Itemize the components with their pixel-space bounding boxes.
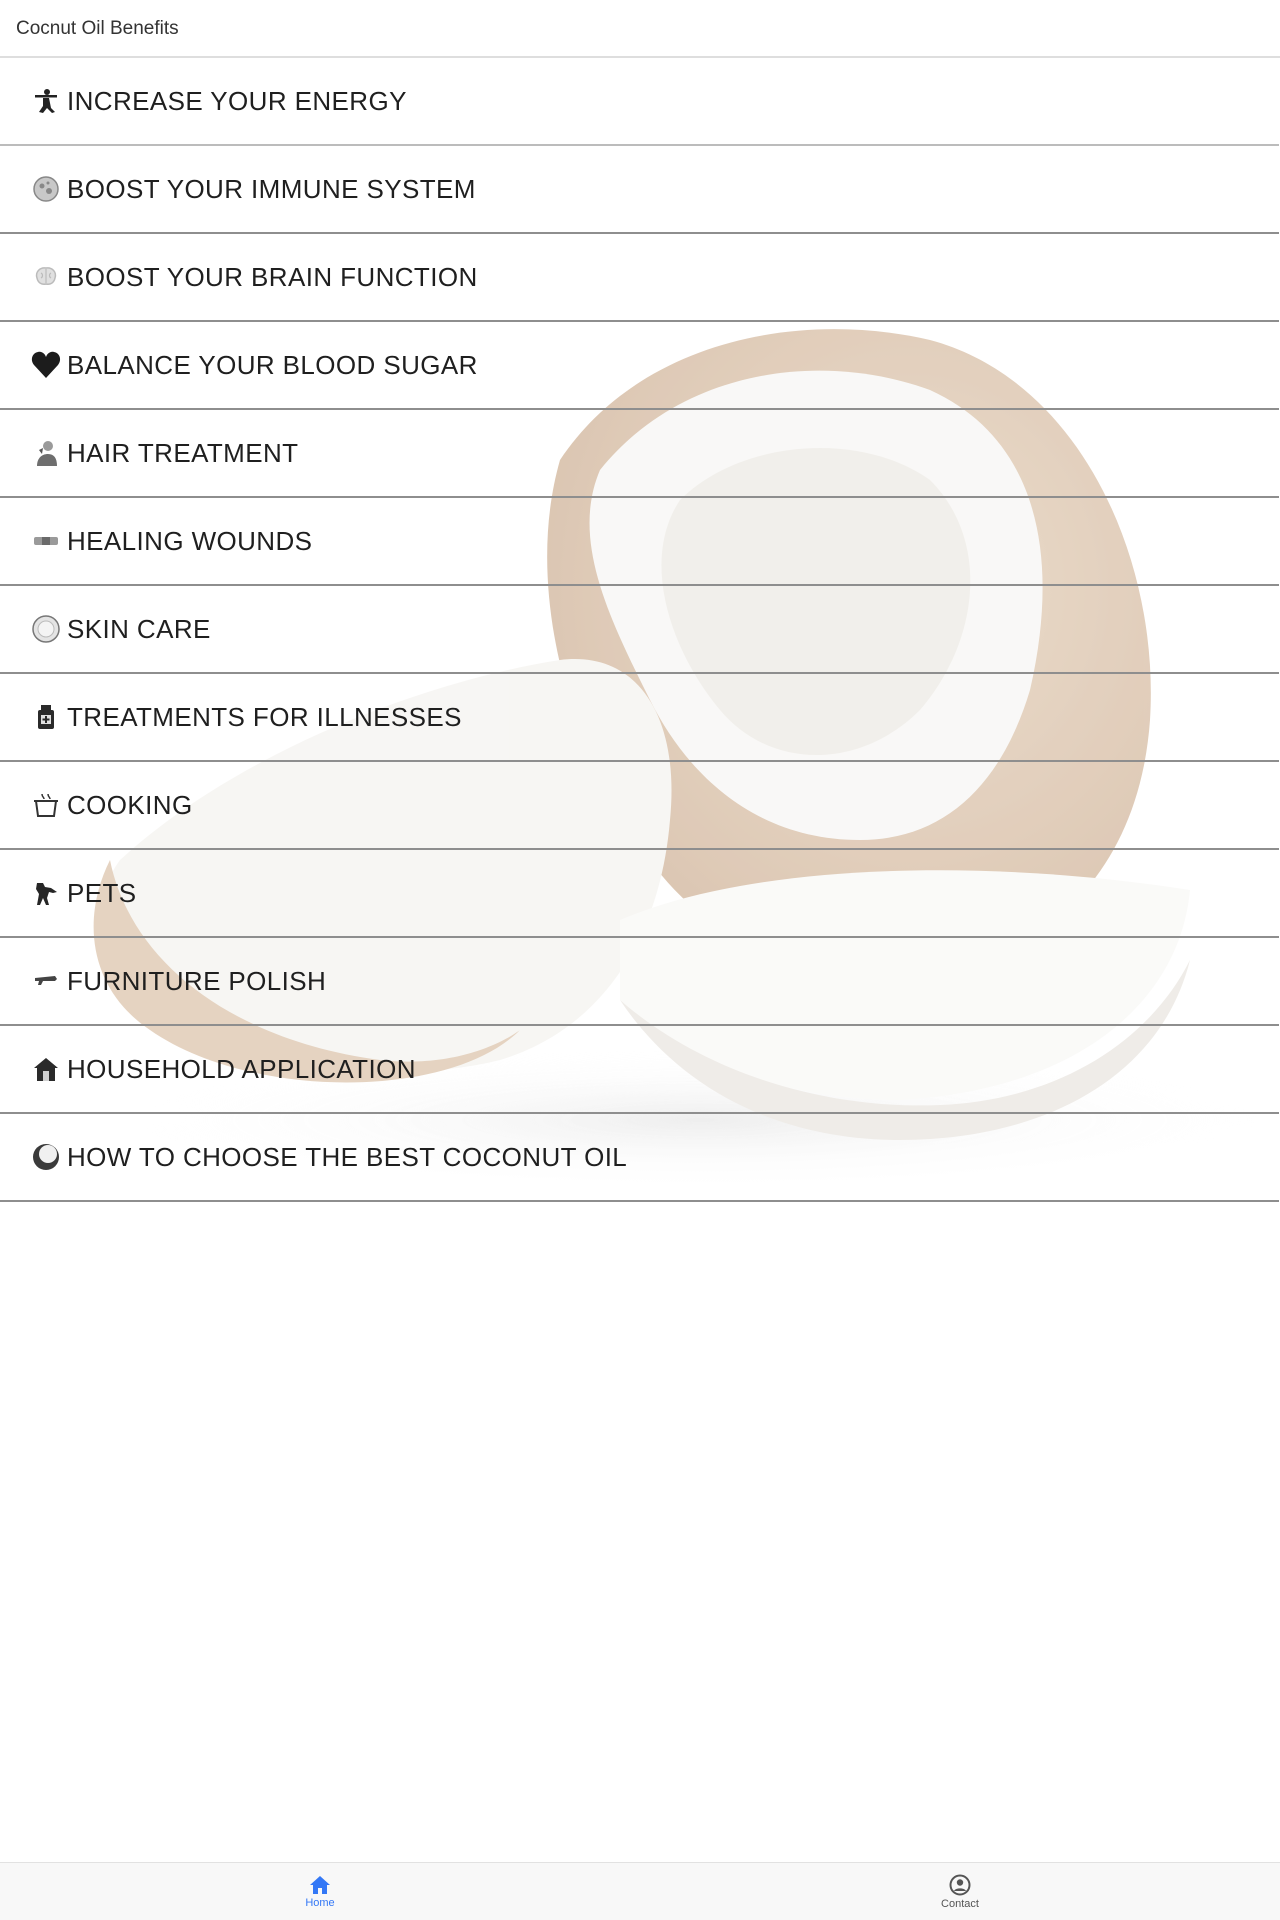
- list-item-label: INCREASE YOUR ENERGY: [67, 85, 407, 116]
- microbe-icon: [29, 172, 63, 206]
- title-bar: Cocnut Oil Benefits: [0, 0, 1280, 58]
- cooking-pot-icon: [29, 788, 63, 822]
- list-item-increase-energy[interactable]: INCREASE YOUR ENERGY: [0, 58, 1279, 146]
- home-icon: [310, 1876, 330, 1894]
- house-icon: [29, 1052, 63, 1086]
- cream-jar-icon: [29, 612, 63, 646]
- spray-icon: [29, 964, 63, 998]
- list-item-brain-function[interactable]: BOOST YOUR BRAIN FUNCTION: [0, 234, 1279, 322]
- dog-icon: [29, 876, 63, 910]
- tab-home[interactable]: Home: [0, 1863, 640, 1920]
- list-item-label: HOUSEHOLD APPLICATION: [67, 1053, 416, 1084]
- coconut-icon: [29, 1140, 63, 1174]
- app-screen: Cocnut Oil Benefits INCREASE YOUR ENERGY…: [0, 0, 1280, 1920]
- list-item-immune-system[interactable]: BOOST YOUR IMMUNE SYSTEM: [0, 146, 1279, 234]
- list-item-blood-sugar[interactable]: BALANCE YOUR BLOOD SUGAR: [0, 322, 1279, 410]
- list-item-cooking[interactable]: COOKING: [0, 762, 1279, 850]
- list-item-label: BOOST YOUR IMMUNE SYSTEM: [67, 173, 476, 204]
- tab-home-label: Home: [305, 1897, 335, 1909]
- list-item-household[interactable]: HOUSEHOLD APPLICATION: [0, 1026, 1279, 1114]
- bottom-tab-bar: Home Contact: [0, 1862, 1280, 1920]
- person-hair-icon: [29, 436, 63, 470]
- list-item-choose-oil[interactable]: HOW TO CHOOSE THE BEST COCONUT OIL: [0, 1114, 1279, 1202]
- list-item-healing-wounds[interactable]: HEALING WOUNDS: [0, 498, 1279, 586]
- list-item-label: SKIN CARE: [67, 613, 211, 644]
- tab-contact[interactable]: Contact: [640, 1863, 1280, 1920]
- heart-icon: [29, 348, 63, 382]
- medicine-bottle-icon: [29, 700, 63, 734]
- list-item-illnesses[interactable]: TREATMENTS FOR ILLNESSES: [0, 674, 1279, 762]
- list-item-label: HAIR TREATMENT: [67, 437, 299, 468]
- weightlifter-icon: [29, 84, 63, 118]
- list-item-skin-care[interactable]: SKIN CARE: [0, 586, 1279, 674]
- page-title: Cocnut Oil Benefits: [16, 18, 179, 39]
- list-item-label: PETS: [67, 877, 137, 908]
- list-item-label: BALANCE YOUR BLOOD SUGAR: [67, 349, 478, 380]
- list-item-label: HOW TO CHOOSE THE BEST COCONUT OIL: [67, 1141, 628, 1172]
- bandage-icon: [29, 524, 63, 558]
- contact-icon: [949, 1874, 971, 1896]
- list-item-label: COOKING: [67, 789, 193, 820]
- list-item-pets[interactable]: PETS: [0, 850, 1279, 938]
- list-item-label: TREATMENTS FOR ILLNESSES: [67, 701, 462, 732]
- list-item-hair-treatment[interactable]: HAIR TREATMENT: [0, 410, 1279, 498]
- list-item-furniture-polish[interactable]: FURNITURE POLISH: [0, 938, 1279, 1026]
- tab-contact-label: Contact: [941, 1898, 979, 1910]
- list-item-label: BOOST YOUR BRAIN FUNCTION: [67, 261, 478, 292]
- brain-icon: [29, 260, 63, 294]
- list-item-label: FURNITURE POLISH: [67, 965, 327, 996]
- list-item-label: HEALING WOUNDS: [67, 525, 313, 556]
- benefits-list: INCREASE YOUR ENERGY BOOST YOUR IMMUNE S…: [0, 58, 1280, 1202]
